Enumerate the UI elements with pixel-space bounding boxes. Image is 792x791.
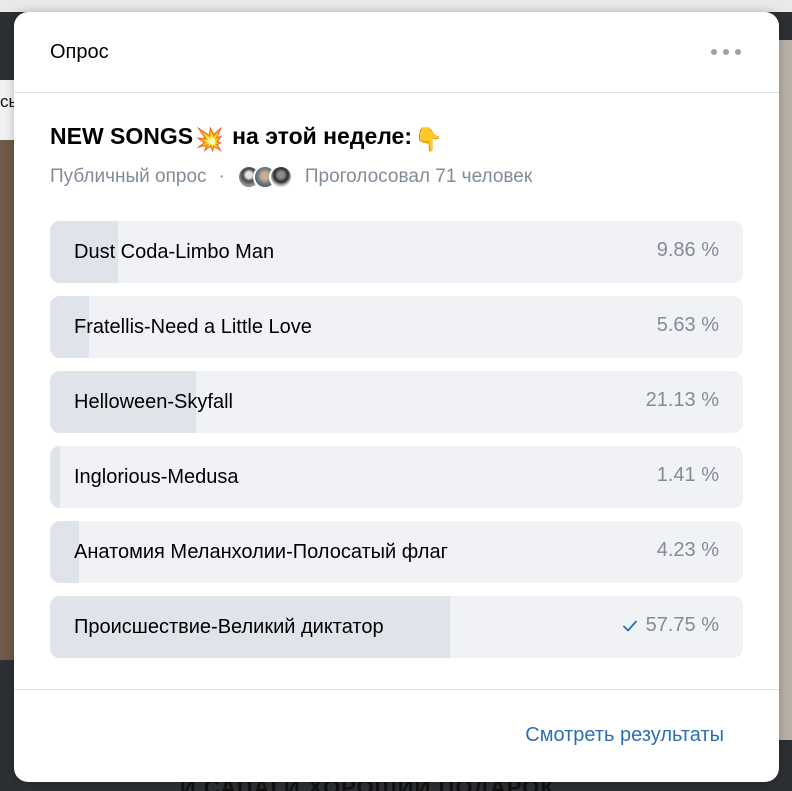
poll-visibility: Публичный опрос [50, 166, 207, 187]
option-percent-value: 9.86 % [656, 239, 719, 261]
poll-meta: Публичный опрос · Проголосовал 71 челове… [50, 162, 532, 192]
option-percent: 5.63 % [657, 314, 719, 337]
option-percent-value: 57.75 % [645, 614, 719, 636]
option-percent: 4.23 % [657, 539, 719, 562]
more-dot-icon [735, 49, 741, 55]
poll-option[interactable]: Происшествие-Великий диктатор 57.75 % [50, 596, 743, 658]
more-dot-icon [711, 49, 717, 55]
backdrop-top-strip [0, 0, 792, 12]
modal-footer: Смотреть результаты [14, 689, 779, 782]
poll-title: NEW SONGS💥 на этой неделе:👇 [50, 123, 445, 153]
option-label: Helloween-Skyfall [74, 391, 233, 413]
modal-title: Опрос [50, 41, 109, 63]
poll-option[interactable]: Анатомия Меланхолии-Полосатый флаг 4.23 % [50, 521, 743, 583]
more-options-button[interactable] [711, 40, 741, 64]
more-dot-icon [723, 49, 729, 55]
option-percent: 9.86 % [657, 239, 719, 262]
option-percent: 21.13 % [646, 389, 719, 412]
view-results-link[interactable]: Смотреть результаты [525, 724, 724, 747]
poll-option[interactable]: Helloween-Skyfall 21.13 % [50, 371, 743, 433]
modal-header: Опрос [14, 12, 779, 93]
poll-title-text: NEW SONGS [50, 123, 194, 149]
check-icon [622, 619, 638, 633]
poll-option[interactable]: Fratellis-Need a Little Love 5.63 % [50, 296, 743, 358]
option-label: Fratellis-Need a Little Love [74, 316, 312, 338]
pointing-down-emoji-icon: 👇 [414, 126, 443, 152]
option-percent-value: 4.23 % [656, 539, 719, 561]
option-result-bar [50, 446, 60, 508]
option-label: Dust Coda-Limbo Man [74, 241, 275, 263]
collision-emoji-icon: 💥 [195, 126, 224, 152]
poll-options: Dust Coda-Limbo Man 9.86 % Fratellis-Need … [50, 221, 743, 671]
option-percent-value: 21.13 % [645, 389, 719, 411]
option-percent: 57.75 % [622, 614, 719, 637]
option-percent-value: 5.63 % [656, 314, 719, 336]
option-label: Анатомия Меланхолии-Полосатый флаг [74, 541, 448, 563]
option-percent: 1.41 % [657, 464, 719, 487]
avatar [268, 165, 293, 189]
poll-title-rest: на этой неделе: [232, 123, 413, 149]
votes-count[interactable]: Проголосовал 71 человек [305, 166, 532, 188]
poll-option[interactable]: Inglorious-Medusa 1.41 % [50, 446, 743, 508]
poll-option[interactable]: Dust Coda-Limbo Man 9.86 % [50, 221, 743, 283]
meta-separator: · [218, 166, 225, 187]
poll-modal: Опрос NEW SONGS💥 на этой неделе:👇 Публич… [14, 12, 779, 782]
option-percent-value: 1.41 % [656, 464, 719, 486]
backdrop-edge-text: сь [0, 92, 14, 111]
option-label: Происшествие-Великий диктатор [74, 616, 384, 638]
voter-avatars[interactable] [236, 165, 293, 189]
option-label: Inglorious-Medusa [74, 466, 239, 488]
